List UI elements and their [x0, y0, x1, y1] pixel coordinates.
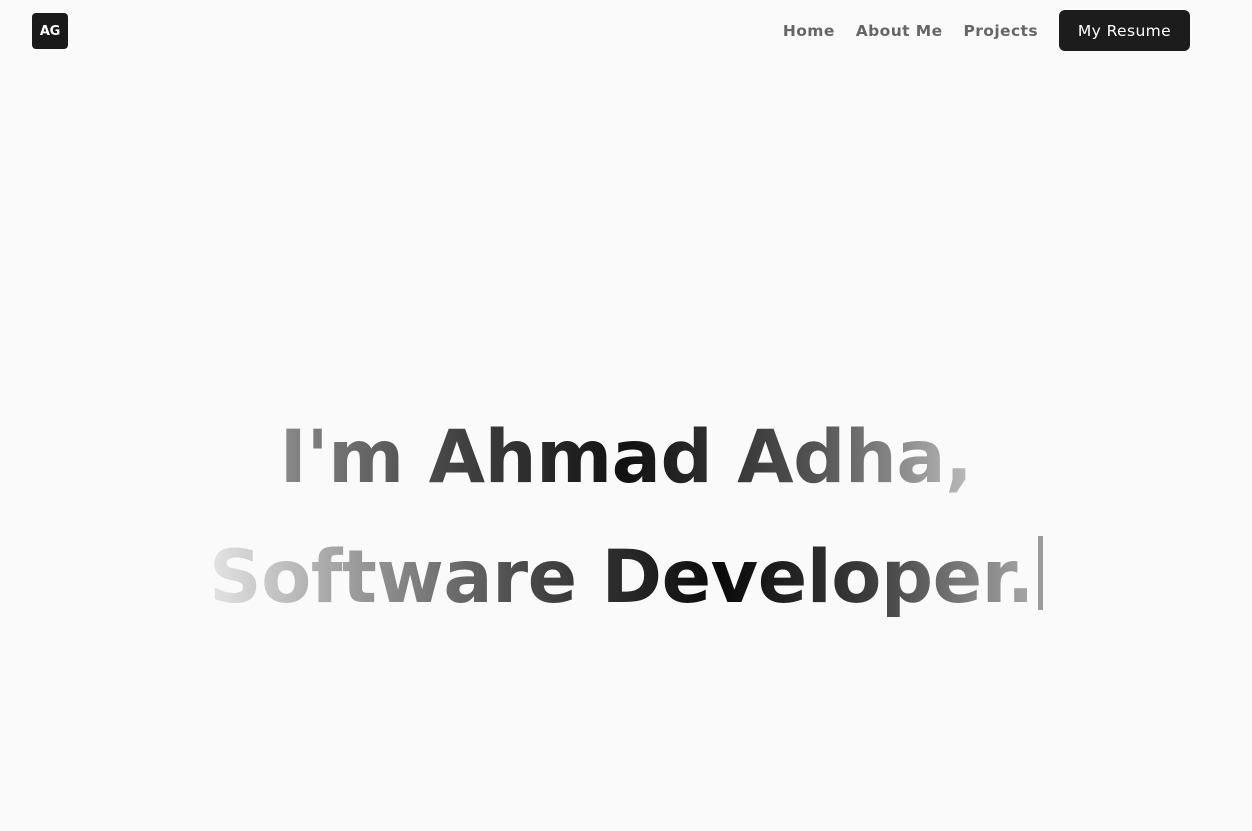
nav-link-about-me[interactable]: About Me — [856, 22, 943, 40]
top-nav: Home About Me Projects My Resume — [783, 10, 1190, 51]
hero-role: Software Developer. — [209, 518, 1034, 638]
hero-greeting: I'm Ahmad Adha, — [280, 398, 973, 518]
nav-link-home[interactable]: Home — [783, 22, 835, 40]
hero-line-1-wrapper: I'm Ahmad Adha, — [0, 398, 1252, 518]
typing-cursor — [1037, 536, 1043, 610]
my-resume-button[interactable]: My Resume — [1059, 10, 1190, 51]
hero-line-2-wrapper: Software Developer. — [0, 518, 1252, 638]
logo-text: AG — [39, 23, 61, 39]
nav-link-projects[interactable]: Projects — [963, 22, 1038, 40]
logo[interactable]: AG — [32, 13, 68, 49]
page: AG Home About Me Projects My Resume I'm … — [0, 0, 1252, 831]
hero: I'm Ahmad Adha, Software Developer. — [0, 398, 1252, 638]
